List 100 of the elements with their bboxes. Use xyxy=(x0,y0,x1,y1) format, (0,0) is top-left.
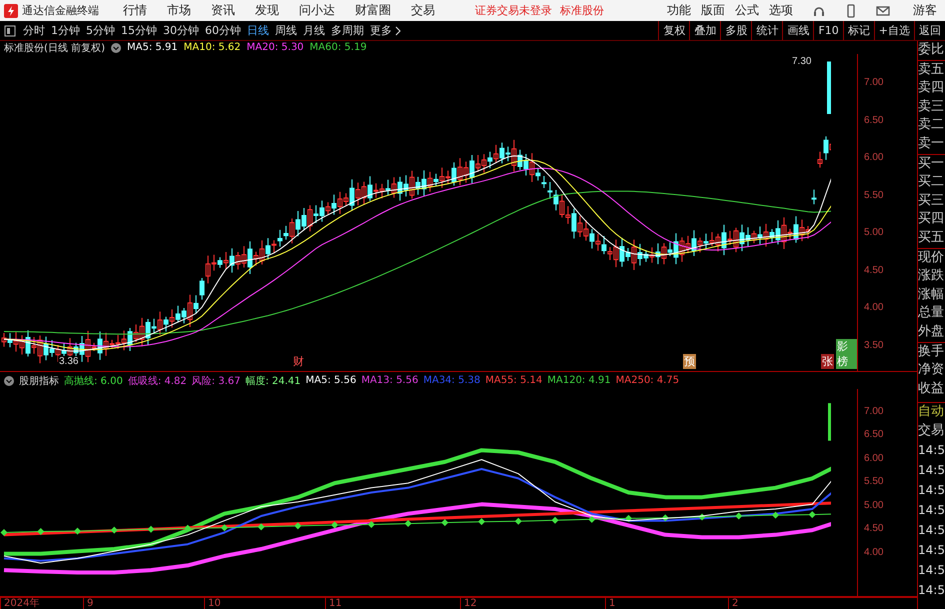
axis-tick-label: 5.00 xyxy=(864,500,884,511)
quote-field-label: 现价 xyxy=(918,248,945,268)
menu-item[interactable]: 市场 xyxy=(167,2,191,19)
menu-item[interactable]: 版面 xyxy=(701,2,725,19)
axis-tick-label: 6.50 xyxy=(864,114,884,126)
quote-field-label: 卖五 xyxy=(918,60,945,80)
chart-title: 标准股份(日线 前复权) xyxy=(4,42,105,54)
indicator-value: MA55: 5.14 xyxy=(485,375,542,386)
point xyxy=(0,528,8,536)
menu-item[interactable]: 发现 xyxy=(255,2,279,19)
trade-label: 交易 xyxy=(918,422,945,440)
candlestick xyxy=(812,189,816,205)
quote-field-label: 买一 xyxy=(918,154,945,174)
point xyxy=(294,522,302,530)
period-tab[interactable]: 30分钟 xyxy=(160,23,202,38)
period-tab[interactable]: 15分钟 xyxy=(118,23,160,38)
login-status: 证券交易未登录 xyxy=(475,3,552,18)
date-axis-label: 9 xyxy=(83,598,94,609)
point xyxy=(588,516,596,523)
menu-item[interactable]: 功能 xyxy=(667,2,691,19)
stock-name: 标准股份 xyxy=(560,3,604,18)
menu-item[interactable]: 财富圈 xyxy=(355,2,391,19)
quote-field-label: 换手 xyxy=(918,342,945,362)
point xyxy=(74,528,81,535)
point xyxy=(147,526,154,533)
trade-time: 14:5 xyxy=(918,502,945,520)
period-tab[interactable]: 周线 xyxy=(272,23,300,38)
quote-field-label: 净资 xyxy=(918,361,945,380)
panel-toggle-icon[interactable] xyxy=(4,24,16,36)
period-tab[interactable]: 月线 xyxy=(300,23,328,38)
axis-tick-label: 4.50 xyxy=(864,264,884,276)
quote-field-label: 收益 xyxy=(918,380,945,398)
user-label[interactable]: 游客 xyxy=(913,2,937,19)
menu-item[interactable]: 问小达 xyxy=(299,2,335,19)
quote-field-label: 买五 xyxy=(918,228,945,247)
axis-tick-label: 3.50 xyxy=(864,340,884,350)
envelope-icon[interactable] xyxy=(876,4,890,18)
date-axis-label: 2024年 xyxy=(0,598,40,609)
dropdown-icon[interactable] xyxy=(110,42,121,52)
event-marker[interactable]: 张 xyxy=(821,354,834,369)
chevron-right-icon[interactable] xyxy=(395,26,401,36)
indicator-title: 股朋指标 xyxy=(19,374,59,388)
period-tab[interactable]: 日线 xyxy=(244,23,272,38)
point xyxy=(808,511,816,518)
indicator-value: 风险: 3.67 xyxy=(192,374,240,388)
high-price-label: 7.30 xyxy=(792,56,812,67)
point xyxy=(478,518,486,526)
date-axis-label: 12 xyxy=(460,598,477,609)
moving-average-value: MA20: 5.30 xyxy=(246,42,304,53)
trade-time: 14:5 xyxy=(918,462,945,480)
trade-time: 14:5 xyxy=(918,442,945,460)
axis-tick-label: 4.50 xyxy=(864,523,884,534)
point xyxy=(404,520,412,528)
period-tab[interactable]: 更多 xyxy=(367,23,395,38)
trade-time: 14:5 xyxy=(918,562,945,580)
indicator-value: MA5: 5.56 xyxy=(306,375,356,386)
period-tab[interactable]: 分时 xyxy=(20,23,48,38)
date-axis-label: 10 xyxy=(204,598,221,609)
period-tab[interactable]: 多周期 xyxy=(328,23,367,38)
point xyxy=(220,524,228,532)
menu-item[interactable]: 公式 xyxy=(735,2,759,19)
quote-field-label: 卖三 xyxy=(918,98,945,116)
indicator-value: 高抛线: 6.00 xyxy=(64,374,123,388)
candlestick xyxy=(827,62,831,114)
quote-field-label: 委比 xyxy=(918,41,945,59)
date-axis-label: 2 xyxy=(728,598,738,609)
trade-time: 14:5 xyxy=(918,482,945,500)
quote-field-label: 总量 xyxy=(918,304,945,322)
moving-average-value: MA5: 5.91 xyxy=(126,42,178,53)
menu-item[interactable]: 行情 xyxy=(123,2,147,19)
menu-item[interactable]: 选项 xyxy=(769,2,793,19)
axis-tick-label: 7.00 xyxy=(864,77,884,88)
menu-item[interactable]: 交易 xyxy=(411,2,435,19)
period-tab[interactable]: 1分钟 xyxy=(48,23,83,38)
menu-item[interactable]: 资讯 xyxy=(211,2,235,19)
quote-field-label: 涨幅 xyxy=(918,286,945,304)
quote-field-label: 买三 xyxy=(918,192,945,210)
moving-average-value: MA10: 5.62 xyxy=(184,42,241,53)
axis-tick-label: 4.00 xyxy=(864,302,884,313)
event-marker[interactable]: 财 xyxy=(292,354,305,369)
quote-field-label: 涨跌 xyxy=(918,267,945,286)
point xyxy=(110,526,118,534)
quote-field-label: 卖四 xyxy=(918,79,945,98)
point xyxy=(552,516,559,524)
point xyxy=(331,521,338,528)
point xyxy=(258,523,265,530)
axis-tick-label: 5.00 xyxy=(864,227,884,238)
quote-field-label: 买四 xyxy=(918,210,945,228)
date-axis-label: 1 xyxy=(605,598,616,609)
indicator-value: MA34: 5.38 xyxy=(423,375,480,386)
trade-time: 14:5 xyxy=(918,582,945,600)
indicator-value: MA250: 4.75 xyxy=(616,375,680,386)
dropdown-icon[interactable] xyxy=(4,376,14,386)
period-tab[interactable]: 5分钟 xyxy=(83,23,118,38)
axis-tick-label: 6.00 xyxy=(864,452,884,464)
point xyxy=(441,519,448,526)
period-tab[interactable]: 60分钟 xyxy=(202,23,244,38)
indicator-bar xyxy=(828,403,831,441)
axis-tick-label: 5.50 xyxy=(864,190,884,200)
moving-average-value: MA60: 5.19 xyxy=(310,42,367,53)
